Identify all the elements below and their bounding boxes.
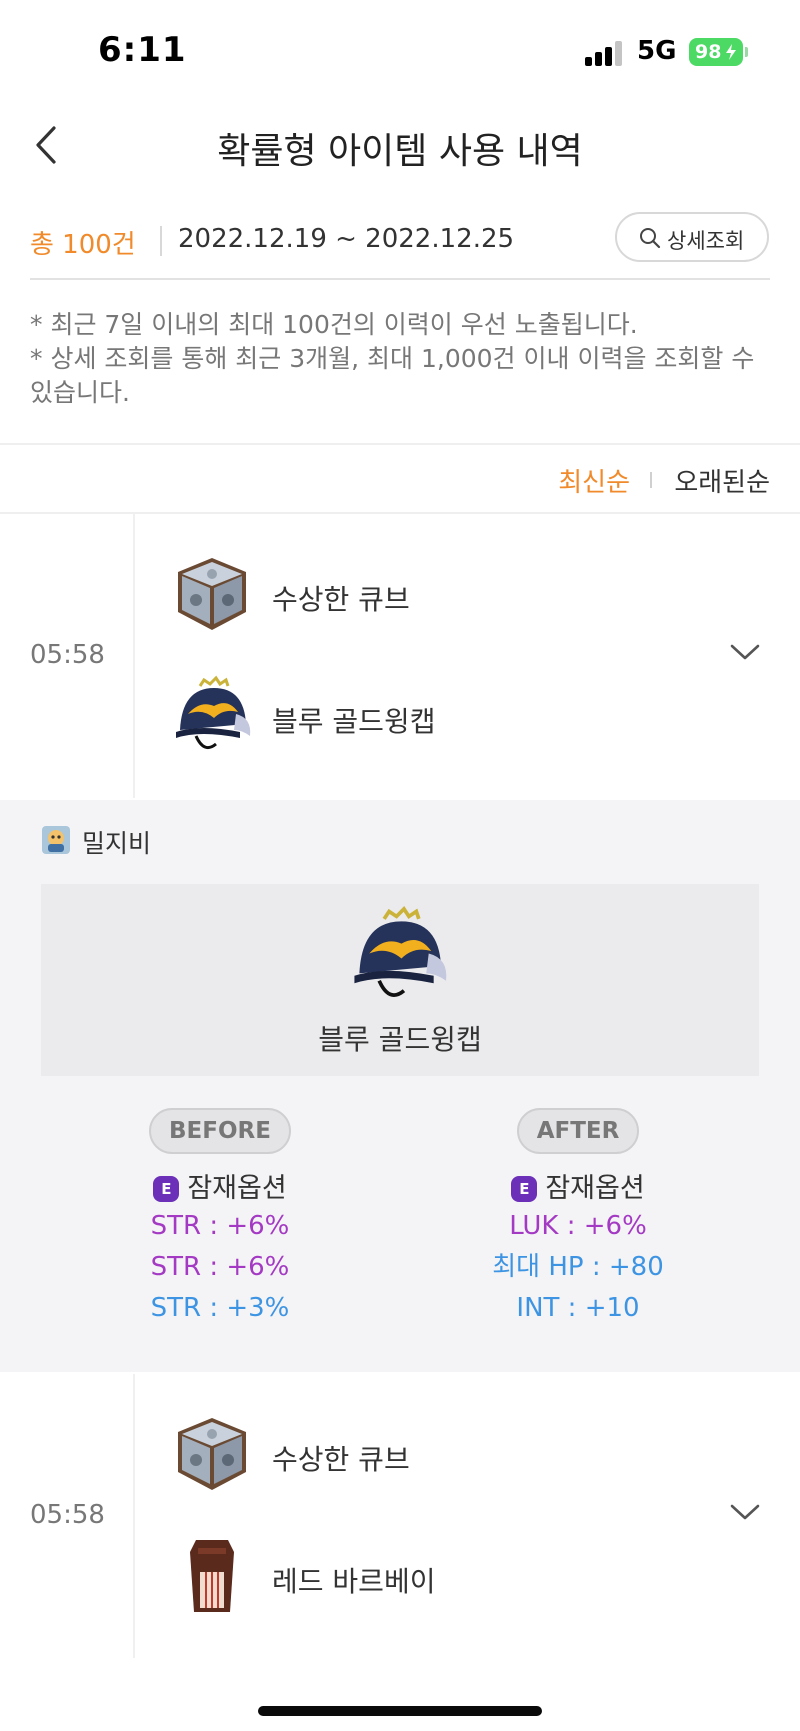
item-name: 레드 바르베이 bbox=[272, 1565, 436, 1598]
option-line: STR : +6% bbox=[150, 1252, 290, 1282]
sort-oldest-button[interactable]: 오래된순 bbox=[674, 462, 770, 499]
status-bar: 6:11 5G 98 bbox=[0, 0, 800, 100]
notice-line: * 최근 7일 이내의 최대 100건의 이력이 우선 노출됩니다. bbox=[30, 310, 638, 339]
character-name: 밀지비 bbox=[82, 829, 152, 858]
total-count: 총 100건 bbox=[30, 230, 136, 260]
helmet-icon bbox=[354, 906, 447, 997]
record-time: 05:58 bbox=[30, 640, 105, 670]
option-line: STR : +6% bbox=[150, 1211, 290, 1241]
epic-grade-icon: E bbox=[153, 1176, 180, 1202]
cube-name: 수상한 큐브 bbox=[272, 1443, 410, 1476]
network-type: 5G bbox=[637, 36, 677, 66]
timeline-line bbox=[133, 514, 135, 798]
item-name: 블루 골드윙캡 bbox=[272, 705, 436, 738]
option-line: INT : +10 bbox=[516, 1293, 640, 1323]
summary-divider bbox=[160, 226, 162, 256]
notice-line: * 상세 조회를 통해 최근 3개월, 최대 1,000건 이내 이력을 조회할… bbox=[30, 344, 755, 407]
potential-label: 잠재옵션 bbox=[187, 1173, 287, 1204]
record-time: 05:58 bbox=[30, 1500, 105, 1530]
option-line: STR : +3% bbox=[150, 1293, 290, 1323]
battery-tip bbox=[745, 47, 748, 57]
helmet-icon bbox=[176, 675, 251, 750]
date-range: 2022.12.19 ~ 2022.12.25 bbox=[178, 224, 515, 254]
detail-search-button[interactable]: 상세조회 bbox=[615, 212, 769, 262]
cube-name: 수상한 큐브 bbox=[272, 583, 410, 616]
search-icon bbox=[640, 228, 661, 249]
divider bbox=[0, 443, 800, 445]
epic-grade-icon: E bbox=[511, 1176, 538, 1202]
battery-icon: 98 bbox=[689, 38, 743, 66]
cube-icon bbox=[178, 1418, 246, 1490]
option-line: 최대 HP : +80 bbox=[492, 1252, 664, 1282]
after-options: AFTER E 잠재옵션 LUK : +6% 최대 HP : +80 INT : … bbox=[428, 1108, 728, 1329]
summary-bar: 총 100건 2022.12.19 ~ 2022.12.25 상세조회 bbox=[30, 212, 770, 280]
potential-title: E 잠재옵션 bbox=[428, 1166, 728, 1206]
sort-divider bbox=[650, 472, 652, 488]
item-card: 블루 골드윙캡 bbox=[41, 884, 759, 1076]
history-record[interactable]: 05:58 수상한 큐브 레드 바르베이 bbox=[0, 1374, 800, 1658]
chevron-down-icon[interactable] bbox=[728, 1500, 762, 1524]
overall-armor-icon bbox=[190, 1540, 234, 1612]
option-line: LUK : +6% bbox=[509, 1211, 647, 1241]
sort-latest-button[interactable]: 최신순 bbox=[558, 462, 630, 499]
status-time: 6:11 bbox=[98, 30, 187, 70]
cellular-signal-icon bbox=[585, 40, 625, 66]
notice: * 최근 7일 이내의 최대 100건의 이력이 우선 노출됩니다. * 상세 … bbox=[30, 308, 775, 410]
before-badge: BEFORE bbox=[149, 1108, 291, 1154]
history-record[interactable]: 05:58 수상한 큐브 블루 골드윙캡 bbox=[0, 514, 800, 798]
item-card-name: 블루 골드윙캡 bbox=[318, 1023, 482, 1056]
timeline-line bbox=[133, 1374, 135, 1658]
chevron-down-icon[interactable] bbox=[728, 640, 762, 664]
detail-search-label: 상세조회 bbox=[667, 229, 745, 253]
potential-title: E 잠재옵션 bbox=[70, 1166, 370, 1206]
character-icon bbox=[42, 826, 70, 854]
record-detail-panel: 밀지비 블루 골드윙캡 BEFORE E 잠재옵션 STR : +6% STR :… bbox=[0, 800, 800, 1372]
after-badge: AFTER bbox=[516, 1108, 640, 1154]
home-indicator bbox=[258, 1706, 542, 1716]
before-options: BEFORE E 잠재옵션 STR : +6% STR : +6% STR : +… bbox=[70, 1108, 370, 1329]
battery-level: 98 bbox=[695, 41, 722, 63]
header: 확률형 아이템 사용 내역 bbox=[0, 100, 800, 190]
potential-label: 잠재옵션 bbox=[545, 1173, 645, 1204]
page-title: 확률형 아이템 사용 내역 bbox=[217, 131, 583, 172]
cube-icon bbox=[178, 558, 246, 630]
